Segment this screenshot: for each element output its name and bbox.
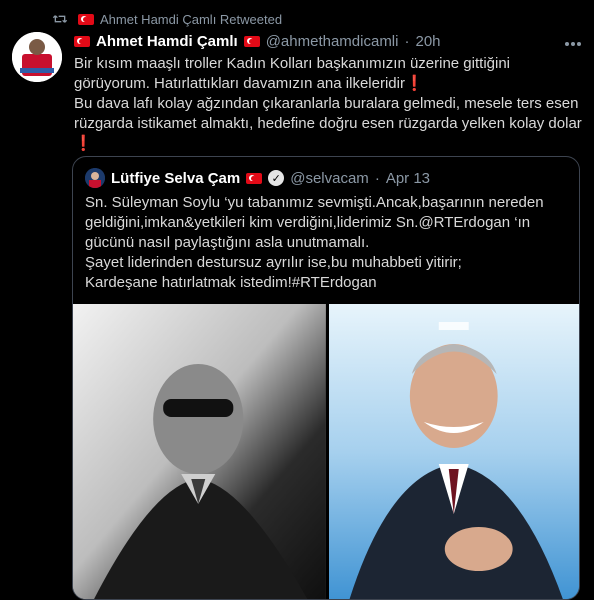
quote-line-3: Kardeşane hatırlatmak istedim!#RTErdogan: [85, 274, 377, 291]
quote-text: Sn. Süleyman Soylu ‘yu tabanımız sevmişt…: [85, 193, 565, 293]
turkish-flag-icon: [78, 13, 94, 25]
separator: ·: [374, 169, 380, 187]
quoted-tweet[interactable]: Lütfiye Selva Çam ✓ @selvacam · Apr 13 S…: [72, 156, 580, 600]
photo-left[interactable]: [73, 304, 326, 599]
quote-photos: [73, 304, 579, 599]
quote-line-2: Şayet liderinden destursuz ayrılır ise,b…: [85, 254, 462, 271]
tweet-line-2: Bu dava lafı kolay ağzından çıkaranlarla…: [74, 95, 582, 132]
quote-author-name[interactable]: Lütfiye Selva Çam: [111, 170, 240, 187]
photo-right[interactable]: [328, 304, 579, 599]
quote-date[interactable]: Apr 13: [386, 170, 430, 187]
quote-avatar: [85, 168, 105, 188]
separator: ·: [404, 32, 410, 50]
more-icon[interactable]: [564, 34, 582, 52]
turkish-flag-icon: [246, 172, 263, 184]
exclamation-icon: ❗: [74, 135, 93, 152]
author-handle[interactable]: @ahmethamdicamli: [266, 33, 399, 50]
retweet-context[interactable]: Ahmet Hamdi Çamlı Retweeted: [52, 10, 282, 28]
quote-line-1: Sn. Süleyman Soylu ‘yu tabanımız sevmişt…: [85, 194, 544, 251]
tweet-line-1: Bir kısım maaşlı troller Kadın Kolları b…: [74, 55, 511, 92]
tweet-text: Bir kısım maaşlı troller Kadın Kolları b…: [74, 54, 584, 154]
exclamation-icon: ❗: [404, 75, 424, 92]
verified-badge-icon: ✓: [268, 170, 285, 186]
tweet-time[interactable]: 20h: [415, 33, 440, 50]
avatar[interactable]: [12, 32, 62, 82]
quote-header: Lütfiye Selva Çam ✓ @selvacam · Apr 13: [85, 167, 430, 189]
turkish-flag-icon: [74, 35, 90, 47]
turkish-flag-icon: [243, 35, 260, 47]
retweet-label: Ahmet Hamdi Çamlı Retweeted: [100, 11, 283, 27]
avatar-image: [12, 32, 62, 82]
author-name[interactable]: Ahmet Hamdi Çamlı: [96, 33, 238, 50]
tweet-header: Ahmet Hamdi Çamlı @ahmethamdicamli · 20h: [74, 30, 582, 52]
retweet-icon: [52, 15, 68, 23]
quote-author-handle[interactable]: @selvacam: [290, 170, 369, 187]
